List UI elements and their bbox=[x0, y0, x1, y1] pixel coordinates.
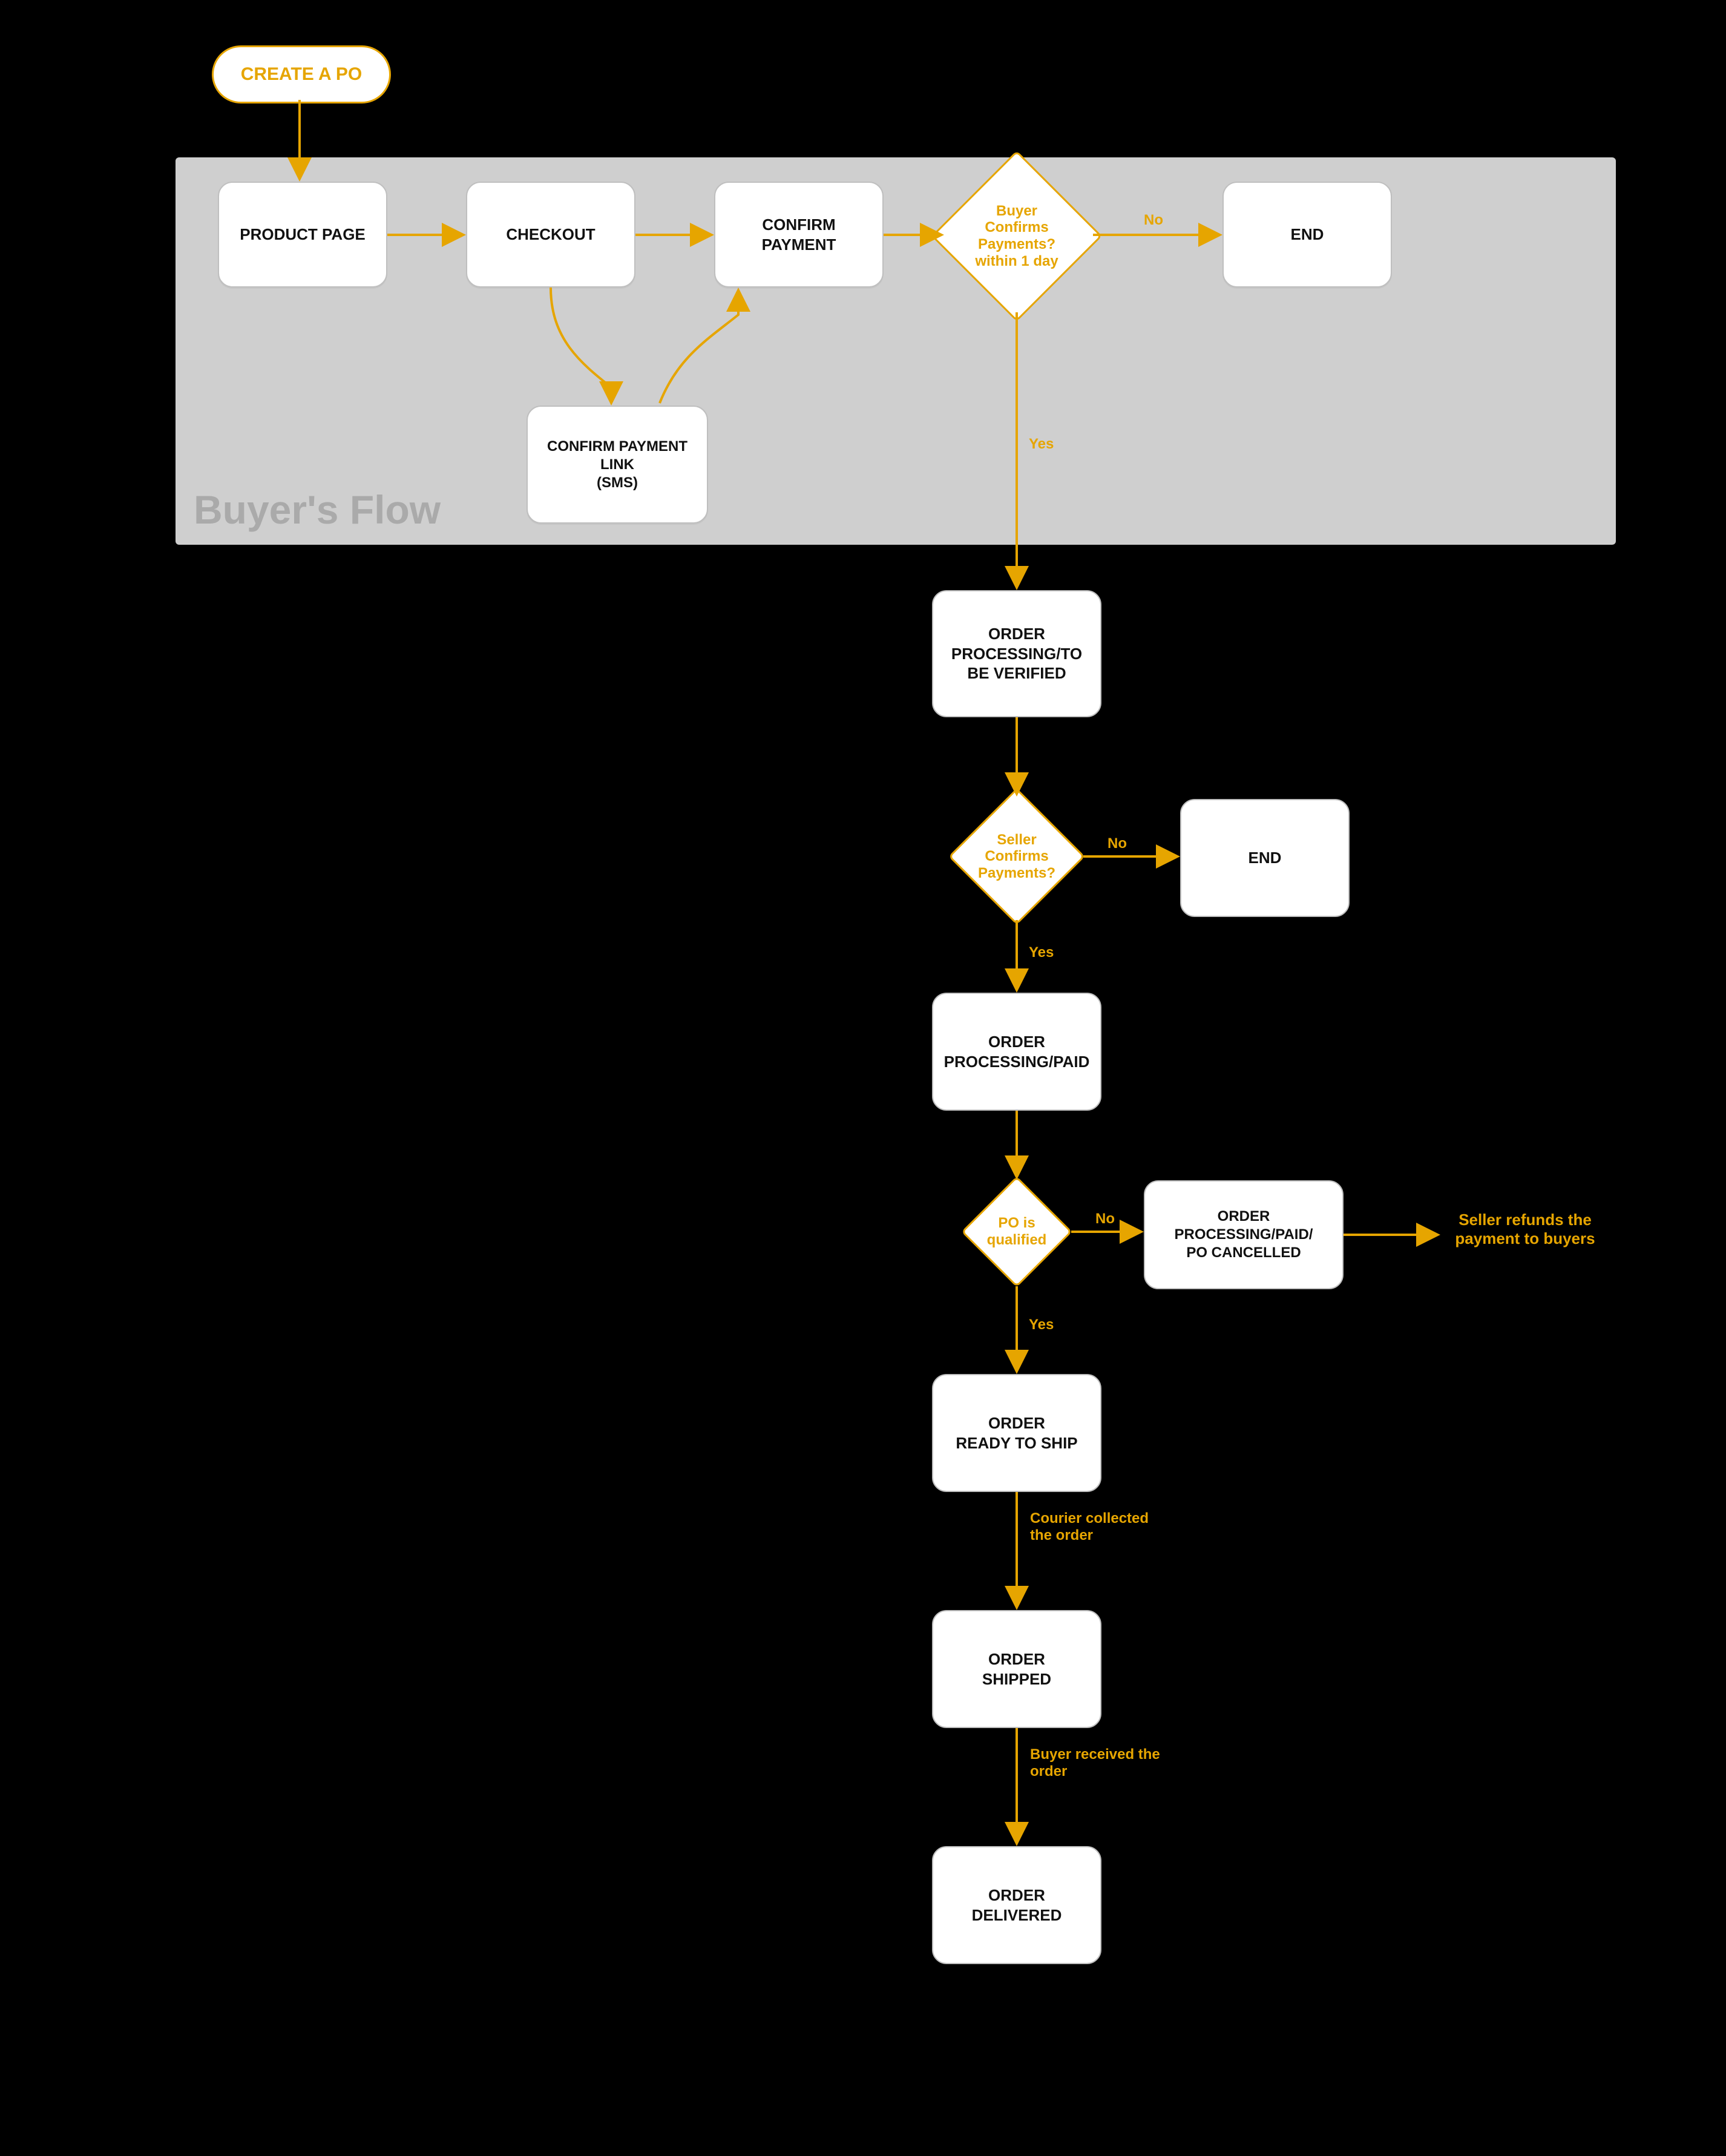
node-checkout: CHECKOUT bbox=[466, 182, 635, 288]
decision-buyer-confirms: Buyer Confirms Payments? within 1 day bbox=[956, 176, 1077, 297]
label: END bbox=[1249, 848, 1282, 868]
label: END bbox=[1291, 225, 1324, 245]
label: CHECKOUT bbox=[506, 225, 595, 245]
diamond-text: Buyer Confirms Payments? within 1 day bbox=[956, 176, 1077, 297]
label-yes-buyer: Yes bbox=[1029, 436, 1054, 453]
label-no-top: No bbox=[1144, 212, 1163, 229]
label: ORDER PROCESSING/PAID bbox=[942, 1032, 1092, 1071]
start-label: CREATE A PO bbox=[241, 64, 363, 85]
flowchart-canvas: Buyer's Flow CREATE A PO PRODUCT PAGE CH… bbox=[0, 0, 1726, 2156]
label: ORDER PROCESSING/PAID/ PO CANCELLED bbox=[1153, 1208, 1334, 1262]
start-create-po: CREATE A PO bbox=[212, 45, 391, 104]
label: ORDER READY TO SHIP bbox=[956, 1413, 1077, 1453]
label: ORDER DELIVERED bbox=[972, 1885, 1062, 1925]
label-buyer-received: Buyer received the order bbox=[1030, 1746, 1163, 1780]
panel-title: Buyer's Flow bbox=[194, 487, 441, 533]
node-order-verified: ORDER PROCESSING/TO BE VERIFIED bbox=[932, 590, 1101, 717]
diamond-text: PO is qualified bbox=[977, 1192, 1056, 1271]
node-end-seller: END bbox=[1180, 799, 1350, 917]
buyer-flow-panel: Buyer's Flow bbox=[176, 157, 1616, 545]
label-no-seller: No bbox=[1107, 835, 1127, 852]
side-note-refund: Seller refunds the payment to buyers bbox=[1440, 1211, 1610, 1248]
node-confirm-payment-link: CONFIRM PAYMENT LINK (SMS) bbox=[527, 406, 708, 524]
label: ORDER SHIPPED bbox=[982, 1649, 1051, 1689]
node-confirm-payment: CONFIRM PAYMENT bbox=[714, 182, 884, 288]
diamond-text: Seller Confirms Payments? bbox=[968, 808, 1065, 905]
label: ORDER PROCESSING/TO BE VERIFIED bbox=[942, 624, 1092, 683]
label: CONFIRM PAYMENT bbox=[724, 215, 874, 254]
node-delivered: ORDER DELIVERED bbox=[932, 1846, 1101, 1964]
decision-seller-confirms: Seller Confirms Payments? bbox=[968, 808, 1065, 905]
node-shipped: ORDER SHIPPED bbox=[932, 1610, 1101, 1728]
node-order-paid: ORDER PROCESSING/PAID bbox=[932, 993, 1101, 1111]
label: PRODUCT PAGE bbox=[240, 225, 366, 245]
label-yes-po: Yes bbox=[1029, 1316, 1054, 1333]
decision-po-qualified: PO is qualified bbox=[977, 1192, 1056, 1271]
node-po-cancelled: ORDER PROCESSING/PAID/ PO CANCELLED bbox=[1144, 1180, 1344, 1289]
label: CONFIRM PAYMENT LINK (SMS) bbox=[536, 438, 698, 492]
label-no-po: No bbox=[1095, 1211, 1115, 1228]
label-courier: Courier collected the order bbox=[1030, 1510, 1163, 1543]
node-product-page: PRODUCT PAGE bbox=[218, 182, 387, 288]
node-end-top: END bbox=[1222, 182, 1392, 288]
label-yes-seller: Yes bbox=[1029, 944, 1054, 961]
node-ready-to-ship: ORDER READY TO SHIP bbox=[932, 1374, 1101, 1492]
